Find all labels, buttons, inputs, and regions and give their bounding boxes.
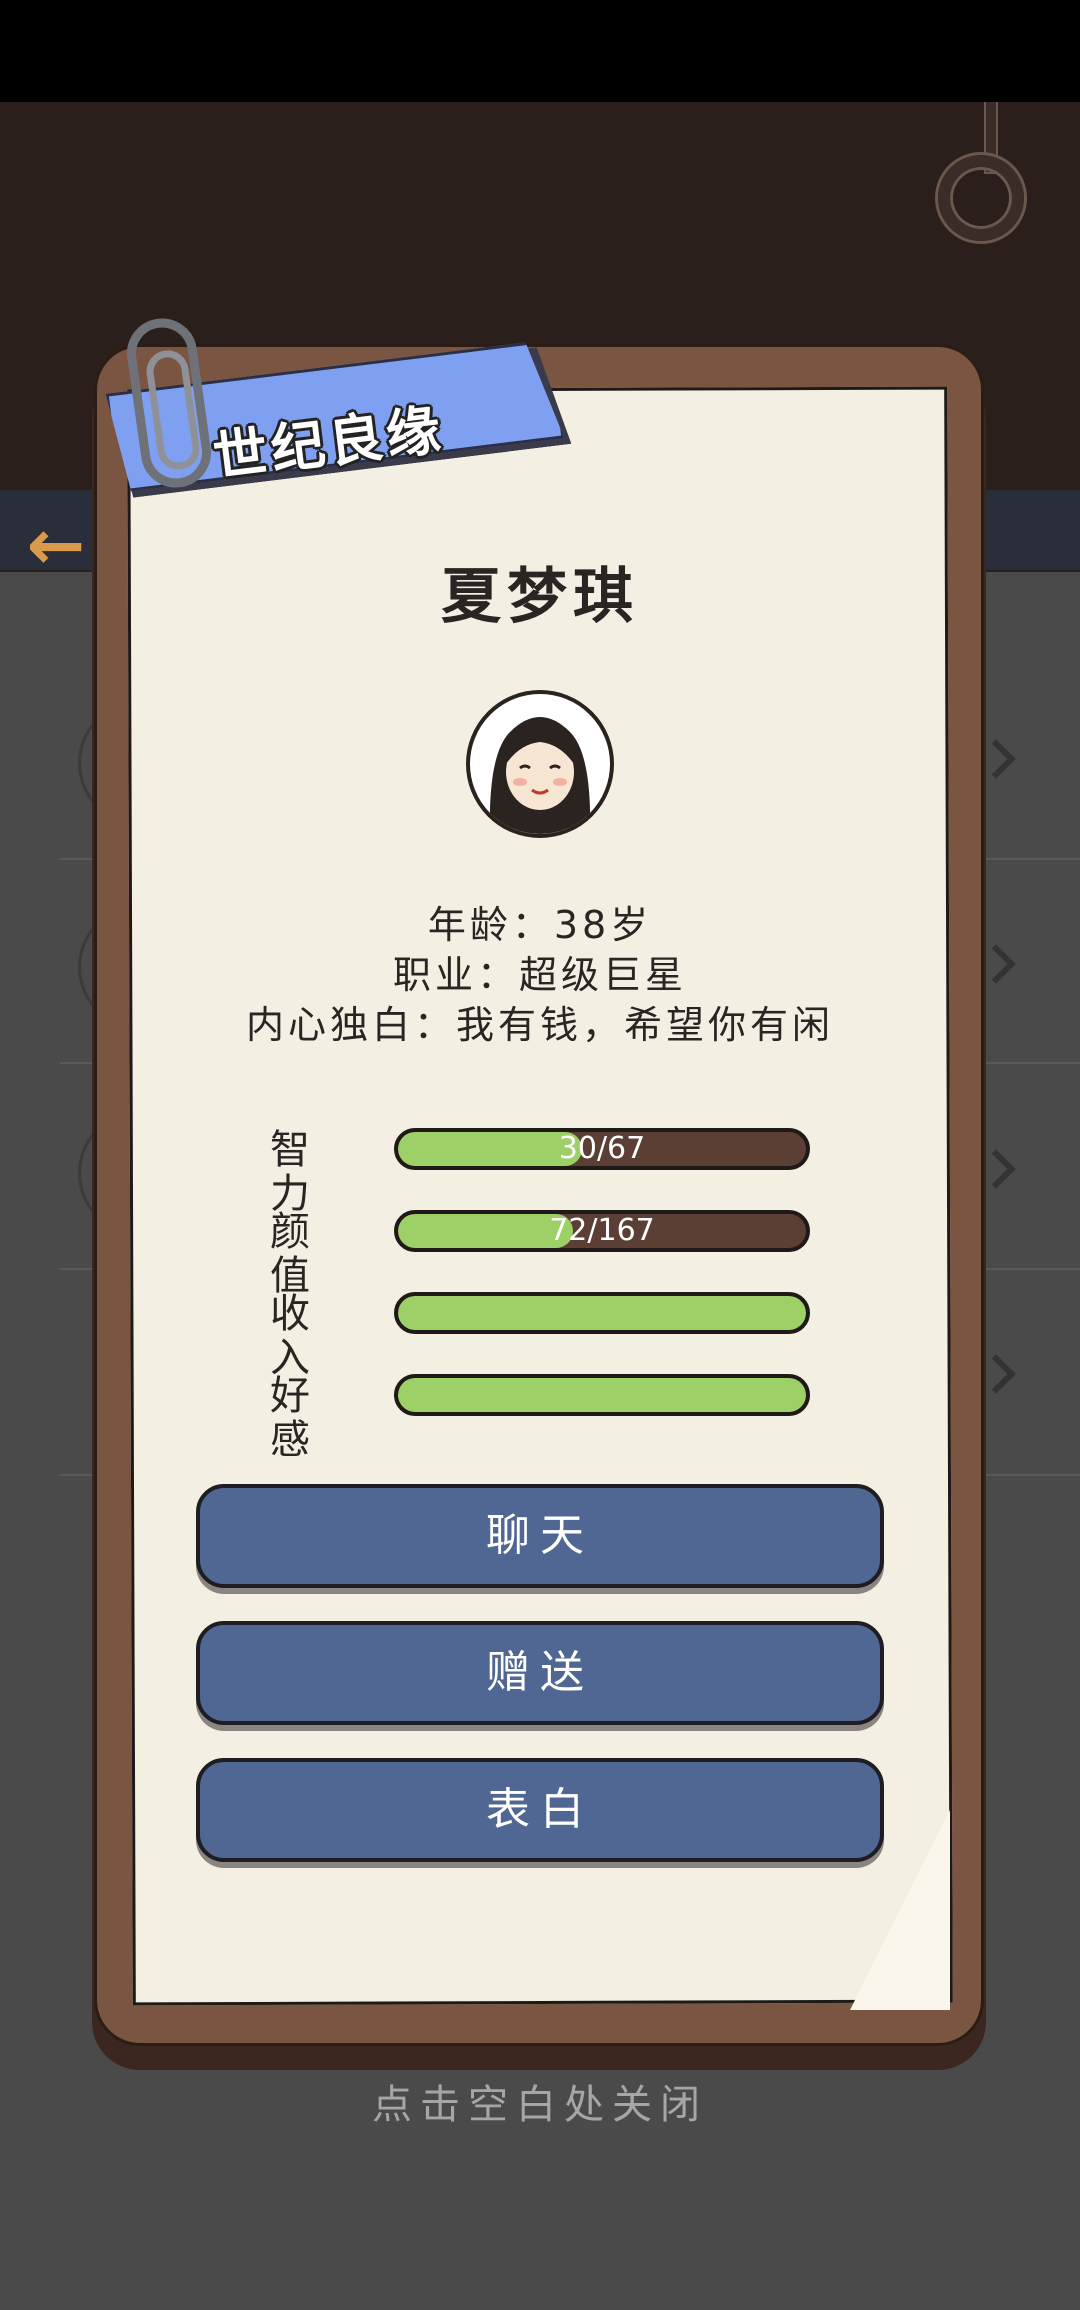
stat-label: 智力 (270, 1127, 318, 1217)
stat-bar (394, 1374, 810, 1416)
status-bar (0, 0, 1080, 102)
chat-button[interactable]: 聊天 (196, 1484, 884, 1588)
job-line: 职业：超级巨星 (392, 953, 687, 997)
stat-value (398, 1378, 806, 1412)
stat-bar: 30/67 (394, 1128, 810, 1170)
stat-label: 颜值 (270, 1209, 318, 1299)
stat-bar: 72/167 (394, 1210, 810, 1252)
close-hint[interactable]: 点击空白处关闭 (0, 2072, 1080, 2130)
stat-bar (394, 1292, 810, 1334)
stat-value (398, 1296, 806, 1330)
confess-button[interactable]: 表白 (196, 1758, 884, 1862)
character-avatar (466, 690, 614, 838)
stat-row-looks: 颜值 72/167 (270, 1209, 810, 1299)
stat-label: 好感 (270, 1373, 318, 1463)
stat-value: 30/67 (558, 1131, 646, 1166)
gift-button[interactable]: 赠送 (196, 1621, 884, 1725)
stat-row-intelligence: 智力 30/67 (270, 1127, 810, 1217)
avatar-portrait-icon (489, 717, 591, 834)
character-name: 夏梦琪 (441, 562, 639, 632)
hanger-ring-icon (938, 155, 1024, 241)
stat-row-affection: 好感 (270, 1373, 810, 1463)
stat-value: 72/167 (549, 1213, 655, 1248)
stat-label: 收入 (270, 1291, 318, 1381)
stat-row-income: 收入 (270, 1291, 810, 1381)
monologue-line: 内心独白：我有钱，希望你有闲 (245, 1003, 834, 1047)
age-line: 年龄：38岁 (427, 903, 653, 947)
character-info: 年龄：38岁 职业：超级巨星 内心独白：我有钱，希望你有闲 (0, 900, 1080, 1050)
